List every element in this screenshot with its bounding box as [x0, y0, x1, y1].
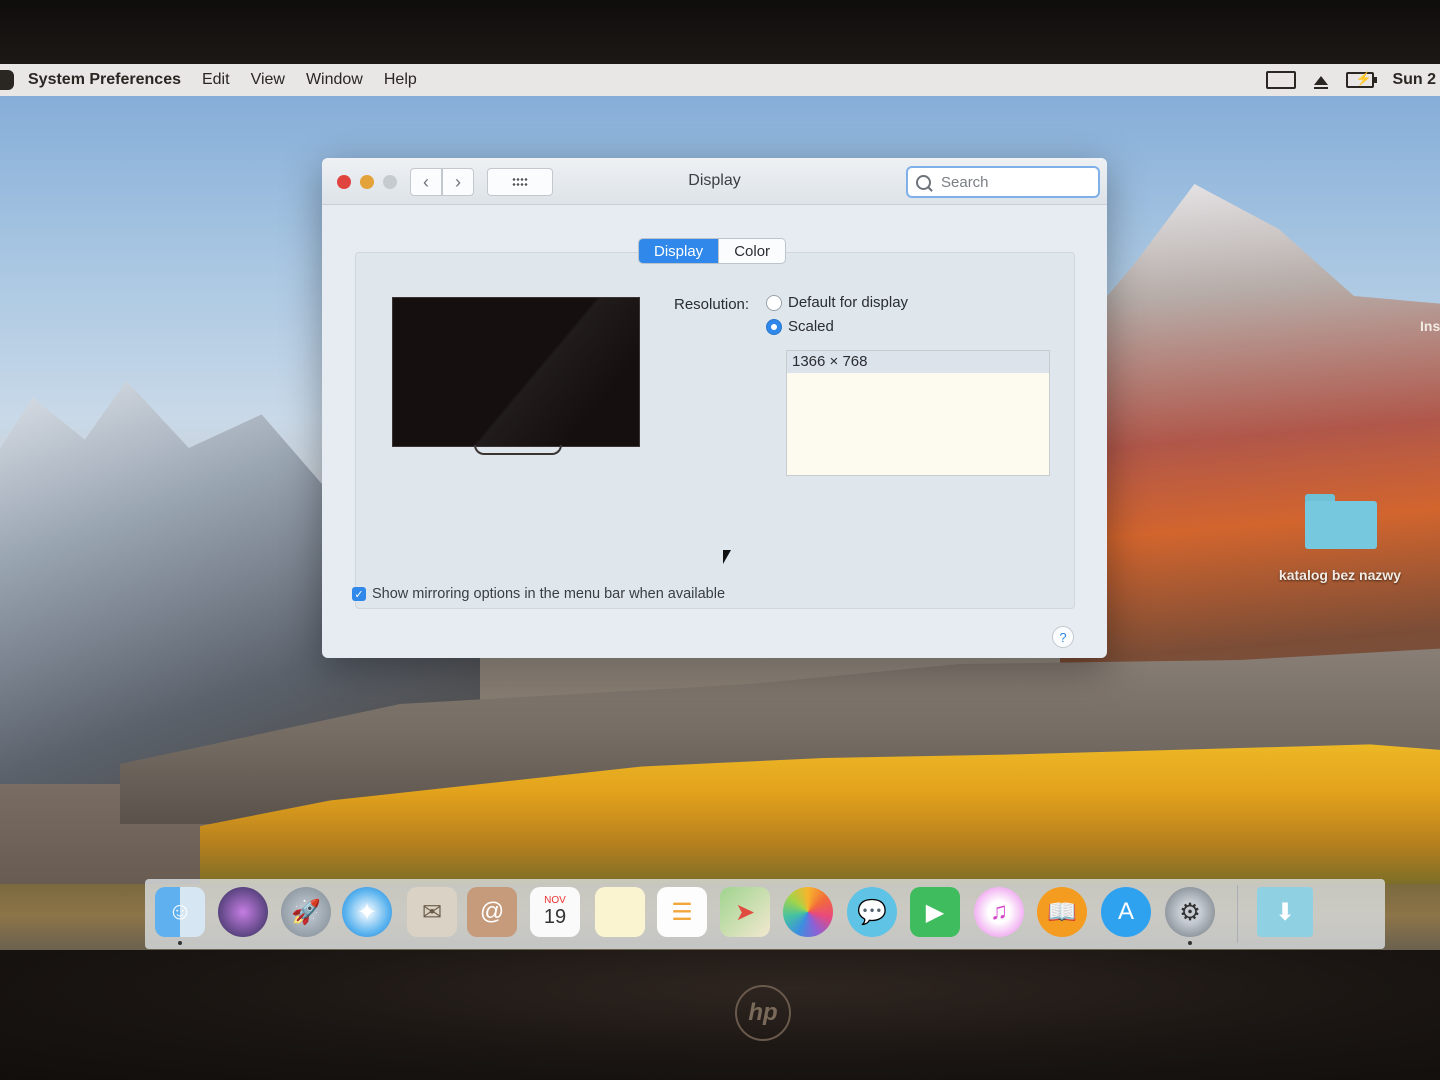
- safari-icon[interactable]: ✦: [342, 887, 392, 937]
- mouse-cursor-icon: [723, 550, 731, 564]
- running-indicator: [178, 941, 182, 945]
- calendar-day: 19: [543, 906, 567, 928]
- mail-icon[interactable]: ✉: [407, 887, 457, 937]
- resolution-label: Resolution:: [674, 296, 750, 313]
- launchpad-icon[interactable]: 🚀: [281, 887, 331, 937]
- app-store-icon[interactable]: A: [1101, 887, 1151, 937]
- menu-bar: System Preferences Edit View Window Help…: [0, 64, 1440, 96]
- notes-icon[interactable]: [595, 887, 645, 937]
- radio-scaled[interactable]: Scaled: [766, 318, 834, 335]
- system-preferences-icon[interactable]: ⚙: [1165, 887, 1215, 937]
- apple-menu-icon[interactable]: [0, 70, 14, 90]
- messages-icon[interactable]: 💬: [847, 887, 897, 937]
- siri-icon[interactable]: [218, 887, 268, 937]
- folder-body: [1305, 501, 1377, 549]
- menu-app-name[interactable]: System Preferences: [28, 71, 181, 89]
- radio-default-label: Default for display: [788, 294, 909, 311]
- reminders-icon[interactable]: ☰: [657, 887, 707, 937]
- display-panel: Resolution: Default for display Scaled 1…: [355, 252, 1075, 609]
- laptop-bezel-top: [0, 0, 1440, 64]
- menu-clock[interactable]: Sun 2: [1392, 71, 1436, 89]
- calendar-icon[interactable]: NOV 19: [530, 887, 580, 937]
- search-field[interactable]: [906, 166, 1100, 198]
- photos-icon[interactable]: [783, 887, 833, 937]
- desktop-edge-label[interactable]: Ins: [1420, 318, 1440, 334]
- search-icon: [916, 174, 931, 190]
- laptop-bezel-bottom: [0, 950, 1440, 1080]
- dock-separator: [1237, 885, 1238, 943]
- tab-display[interactable]: Display: [639, 239, 719, 263]
- help-button[interactable]: ?: [1052, 626, 1074, 648]
- maps-icon[interactable]: ➤: [720, 887, 770, 937]
- menu-window[interactable]: Window: [306, 71, 363, 89]
- radio-button-selected[interactable]: [766, 318, 782, 335]
- itunes-icon[interactable]: ♫: [974, 887, 1024, 937]
- radio-button-unselected[interactable]: [766, 294, 782, 311]
- menu-help[interactable]: Help: [384, 71, 417, 89]
- monitor-image: [392, 297, 640, 447]
- screen: System Preferences Edit View Window Help…: [0, 64, 1440, 950]
- finder-icon[interactable]: ☺: [155, 887, 205, 937]
- battery-charging-icon[interactable]: ⚡: [1346, 71, 1378, 88]
- radio-default-for-display[interactable]: Default for display: [766, 294, 908, 311]
- running-indicator: [1188, 941, 1192, 945]
- checkmark-icon: ✓: [354, 588, 364, 601]
- mirroring-checkbox[interactable]: ✓: [352, 587, 366, 601]
- facetime-icon[interactable]: ▶: [910, 887, 960, 937]
- hp-logo-icon: hp: [735, 985, 791, 1041]
- monitor-stand: [474, 445, 562, 455]
- downloads-icon[interactable]: ⬇: [1257, 887, 1313, 937]
- contacts-icon[interactable]: @: [467, 887, 517, 937]
- radio-scaled-label: Scaled: [788, 318, 834, 335]
- dock: ☺ 🚀 ✦ ✉ @ NOV 19 ☰ ➤ 💬 ▶ ♫ 📖 A ⚙ ⬇: [145, 879, 1385, 949]
- tab-bar: Display Color: [638, 238, 787, 264]
- tab-color[interactable]: Color: [718, 239, 786, 263]
- scaled-resolution-list[interactable]: 1366 × 768: [786, 350, 1050, 476]
- mirroring-label: Show mirroring options in the menu bar w…: [372, 586, 726, 602]
- search-input[interactable]: [939, 172, 1093, 192]
- window-titlebar: ‹ › Display: [322, 158, 1107, 205]
- menu-view[interactable]: View: [251, 71, 285, 89]
- menu-edit[interactable]: Edit: [202, 71, 230, 89]
- resolution-option[interactable]: 1366 × 768: [787, 351, 1049, 373]
- ibooks-icon[interactable]: 📖: [1037, 887, 1087, 937]
- calendar-month: NOV: [544, 895, 566, 906]
- display-preferences-window: ‹ › Display Resolution: Default for disp…: [322, 158, 1107, 658]
- menu-extras: ⚡ Sun 2: [1266, 64, 1440, 96]
- eject-icon[interactable]: [1314, 75, 1329, 89]
- desktop-folder-icon[interactable]: [1305, 494, 1377, 550]
- desktop-folder-label[interactable]: katalog bez nazwy: [1265, 567, 1415, 583]
- display-mirroring-icon[interactable]: [1266, 71, 1297, 89]
- mirroring-option[interactable]: ✓ Show mirroring options in the menu bar…: [352, 586, 725, 602]
